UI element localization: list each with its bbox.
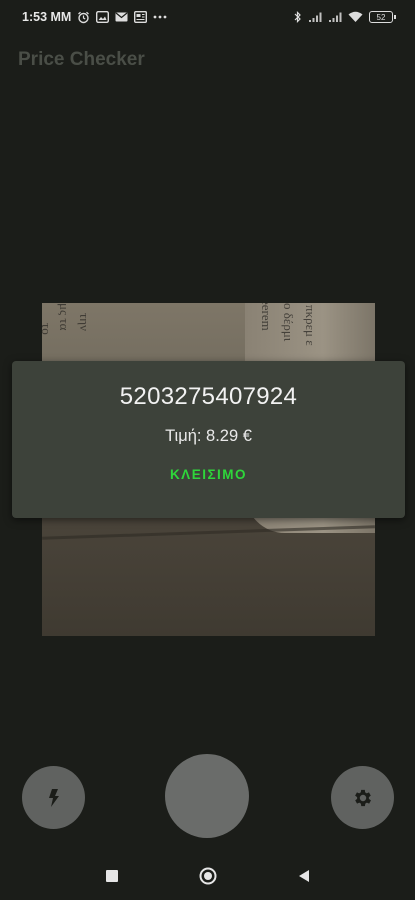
status-time: 1:53 MM bbox=[22, 10, 72, 24]
back-icon bbox=[298, 870, 309, 882]
nav-bar bbox=[0, 852, 415, 900]
close-button[interactable]: ΚΛΕΙΣΙΜΟ bbox=[12, 467, 405, 482]
shutter-button[interactable] bbox=[165, 754, 249, 838]
camera-text: μς τα bbox=[57, 303, 72, 331]
gallery-icon bbox=[96, 11, 110, 23]
settings-button[interactable] bbox=[331, 766, 394, 829]
camera-text: το bbox=[42, 323, 54, 335]
status-bar: 1:53 MM 52 bbox=[0, 0, 415, 34]
signal-icon bbox=[328, 11, 342, 23]
barcode-number: 5203275407924 bbox=[119, 383, 298, 410]
camera-text: πκρεμ ε bbox=[303, 305, 318, 346]
camera-text: ο δέρμι bbox=[281, 303, 296, 342]
recents-icon bbox=[105, 870, 118, 882]
news-icon bbox=[134, 11, 148, 23]
back-button[interactable] bbox=[292, 864, 316, 888]
flash-button[interactable] bbox=[22, 766, 85, 829]
bluetooth-icon bbox=[294, 11, 302, 23]
home-icon bbox=[199, 867, 216, 885]
more-icon bbox=[153, 15, 167, 19]
result-dialog: 5203275407924 Τιμή: 8.29 € ΚΛΕΙΣΙΜΟ bbox=[12, 361, 405, 518]
mail-icon bbox=[115, 12, 128, 22]
recents-button[interactable] bbox=[100, 864, 124, 888]
status-bar-right: 52 bbox=[294, 11, 396, 23]
wifi-icon bbox=[348, 11, 363, 23]
app-title: Price Checker bbox=[18, 49, 145, 70]
battery-icon: 52 bbox=[369, 11, 396, 23]
camera-text: την bbox=[77, 313, 92, 331]
home-button[interactable] bbox=[196, 864, 220, 888]
price-text: Τιμή: 8.29 € bbox=[165, 427, 252, 445]
flash-icon bbox=[48, 788, 59, 807]
battery-level: 52 bbox=[376, 12, 386, 22]
signal-icon bbox=[308, 11, 322, 23]
alarm-icon bbox=[77, 11, 90, 24]
camera-text: eerem bbox=[259, 303, 274, 331]
gear-icon bbox=[354, 789, 371, 806]
status-bar-left: 1:53 MM bbox=[22, 10, 167, 24]
